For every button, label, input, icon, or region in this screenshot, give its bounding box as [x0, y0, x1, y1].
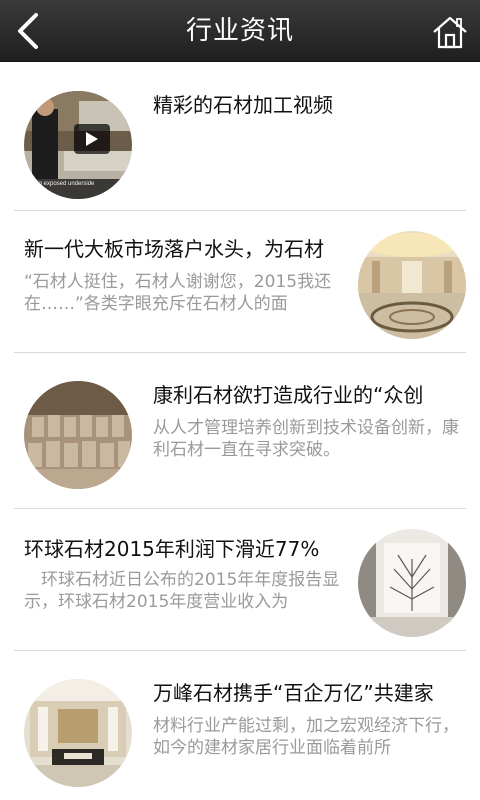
- article-title: 环球石材2015年利润下滑近77%: [24, 537, 320, 561]
- play-icon[interactable]: [74, 124, 110, 154]
- article-title: 康利石材欲打造成行业的“众创: [153, 383, 424, 407]
- article-summary: 环球石材近日公布的2015年年度报告显示，环球石材2015年度营业收入为: [24, 570, 340, 612]
- home-button[interactable]: [428, 10, 472, 54]
- article-summary: 材料行业产能过剩，加之宏观经济下行，如今的建材家居行业面临着前所: [153, 716, 459, 758]
- article-item[interactable]: ing exposed underside 精彩的石材加工视频: [14, 63, 466, 211]
- article-title: 万峰石材携手“百企万亿”共建家: [153, 681, 434, 705]
- article-thumbnail: ing exposed underside: [24, 91, 132, 199]
- article-thumbnail: [24, 381, 132, 489]
- article-list: ing exposed underside 精彩的石材加工视频 新一代大板市场落…: [0, 63, 480, 799]
- article-summary: 从人才管理培养创新到技术设备创新，康利石材一直在寻求突破。: [153, 418, 459, 460]
- article-item[interactable]: 康利石材欲打造成行业的“众创 从人才管理培养创新到技术设备创新，康利石材一直在寻…: [14, 353, 466, 509]
- thumbnail-caption: ing exposed underside: [34, 181, 95, 187]
- article-thumbnail: [358, 529, 466, 637]
- article-item[interactable]: 万峰石材携手“百企万亿”共建家 材料行业产能过剩，加之宏观经济下行，如今的建材家…: [14, 651, 466, 799]
- article-thumbnail: [24, 679, 132, 787]
- page-title: 行业资讯: [185, 16, 294, 46]
- article-item[interactable]: 新一代大板市场落户水头，为石材 “石材人挺住，石材人谢谢您，2015我还在……”…: [14, 211, 466, 353]
- top-bar: 行业资讯: [0, 0, 480, 62]
- article-thumbnail: [358, 231, 466, 339]
- article-title: 新一代大板市场落户水头，为石材: [24, 237, 324, 261]
- home-icon: [433, 16, 467, 49]
- article-title: 精彩的石材加工视频: [153, 93, 333, 117]
- article-summary: “石材人挺住，石材人谢谢您，2015我还在……”各类字眼充斥在石材人的面: [24, 272, 332, 314]
- article-item[interactable]: 环球石材2015年利润下滑近77% 环球石材近日公布的2015年年度报告显示，环…: [14, 509, 466, 651]
